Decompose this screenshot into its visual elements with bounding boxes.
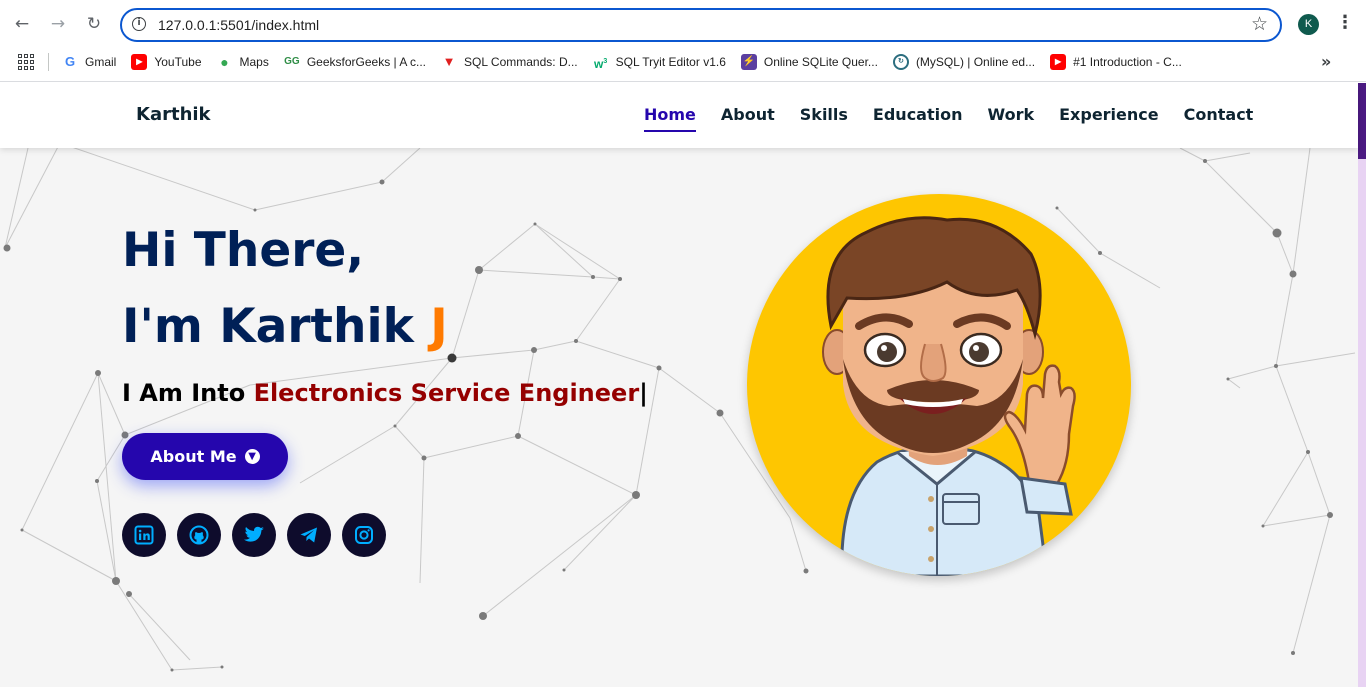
more-bookmarks-icon[interactable]: » bbox=[1321, 52, 1331, 71]
page-scrollbar[interactable] bbox=[1358, 83, 1366, 687]
mysql-online-icon: ↻ bbox=[892, 54, 909, 70]
page-viewport: Karthik Home About Skills Education Work… bbox=[0, 83, 1366, 687]
hero-greeting: Hi There, bbox=[122, 223, 365, 278]
youtube-icon: ▶ bbox=[131, 54, 148, 70]
back-arrow-icon[interactable]: ← bbox=[10, 12, 34, 36]
apps-grid-icon[interactable] bbox=[18, 54, 34, 70]
address-bar[interactable]: i 127.0.0.1:5501/index.html ☆ bbox=[120, 8, 1282, 42]
browser-menu-icon[interactable]: ⋮ bbox=[1336, 12, 1354, 33]
youtube-icon: ▶ bbox=[1050, 54, 1067, 70]
bookmark-star-icon[interactable]: ☆ bbox=[1251, 13, 1268, 35]
nav-about[interactable]: About bbox=[721, 105, 775, 132]
google-icon: G bbox=[62, 54, 78, 70]
w3schools-icon: w3 bbox=[592, 54, 609, 71]
typing-role: Electronics Service Engineer bbox=[253, 379, 640, 407]
nav-contact[interactable]: Contact bbox=[1184, 105, 1254, 132]
sqlite-icon: ⚡ bbox=[740, 54, 757, 70]
bookmark-gmail[interactable]: G Gmail bbox=[62, 53, 116, 71]
nav-experience[interactable]: Experience bbox=[1059, 105, 1159, 132]
linkedin-icon[interactable] bbox=[122, 513, 166, 557]
sql-commands-icon: ▼ bbox=[441, 54, 458, 70]
telegram-icon[interactable] bbox=[287, 513, 331, 557]
maps-icon: ● bbox=[216, 54, 233, 70]
url-text[interactable]: 127.0.0.1:5501/index.html bbox=[158, 17, 319, 33]
bookmarks-divider bbox=[48, 53, 49, 71]
forward-arrow-icon[interactable]: → bbox=[46, 12, 70, 36]
about-me-label: About Me bbox=[150, 447, 237, 466]
bookmark-youtube[interactable]: ▶ YouTube bbox=[131, 53, 202, 71]
hero-name-accent: J bbox=[430, 299, 448, 354]
typing-cursor: | bbox=[639, 379, 648, 407]
github-icon[interactable] bbox=[177, 513, 221, 557]
scrollbar-thumb[interactable] bbox=[1358, 83, 1366, 159]
bookmark-geeksforgeeks[interactable]: GG GeeksforGeeks | A c... bbox=[283, 53, 426, 71]
bookmark-introduction[interactable]: ▶ #1 Introduction - C... bbox=[1050, 53, 1182, 71]
hero-name: I'm Karthik J bbox=[122, 299, 448, 354]
nav-education[interactable]: Education bbox=[873, 105, 963, 132]
arrow-circle-down-icon: ▼ bbox=[244, 449, 260, 464]
browser-toolbar: ← → ↻ i 127.0.0.1:5501/index.html ☆ K ⋮ bbox=[0, 0, 1366, 48]
nav-skills[interactable]: Skills bbox=[800, 105, 848, 132]
reload-icon[interactable]: ↻ bbox=[82, 12, 106, 36]
typing-prefix: I Am Into bbox=[122, 379, 254, 407]
twitter-icon[interactable] bbox=[232, 513, 276, 557]
about-me-button[interactable]: About Me ▼ bbox=[122, 433, 288, 480]
bookmark-maps[interactable]: ● Maps bbox=[216, 53, 269, 71]
bookmark-mysql-online[interactable]: ↻ (MySQL) | Online ed... bbox=[892, 53, 1035, 71]
bookmarks-bar: G Gmail ▶ YouTube ● Maps GG GeeksforGeek… bbox=[0, 48, 1366, 82]
profile-avatar-illustration bbox=[747, 194, 1131, 576]
profile-avatar[interactable]: K bbox=[1298, 14, 1319, 35]
site-info-icon[interactable]: i bbox=[132, 17, 146, 31]
site-header: Karthik Home About Skills Education Work… bbox=[0, 83, 1358, 148]
main-nav: Home About Skills Education Work Experie… bbox=[644, 105, 1278, 132]
bookmark-sql-tryit[interactable]: w3 SQL Tryit Editor v1.6 bbox=[592, 53, 726, 71]
bookmark-sql-commands[interactable]: ▼ SQL Commands: D... bbox=[441, 53, 578, 71]
hero-name-text: I'm Karthik bbox=[122, 299, 431, 354]
hero-typing-text: I Am Into Electronics Service Engineer| bbox=[122, 379, 648, 407]
instagram-icon[interactable] bbox=[342, 513, 386, 557]
nav-home[interactable]: Home bbox=[644, 105, 696, 132]
social-links bbox=[122, 513, 397, 557]
bookmark-sqlite[interactable]: ⚡ Online SQLite Quer... bbox=[740, 53, 878, 71]
gfg-icon: GG bbox=[283, 54, 300, 70]
brand-logo[interactable]: Karthik bbox=[136, 104, 211, 125]
nav-work[interactable]: Work bbox=[988, 105, 1035, 132]
